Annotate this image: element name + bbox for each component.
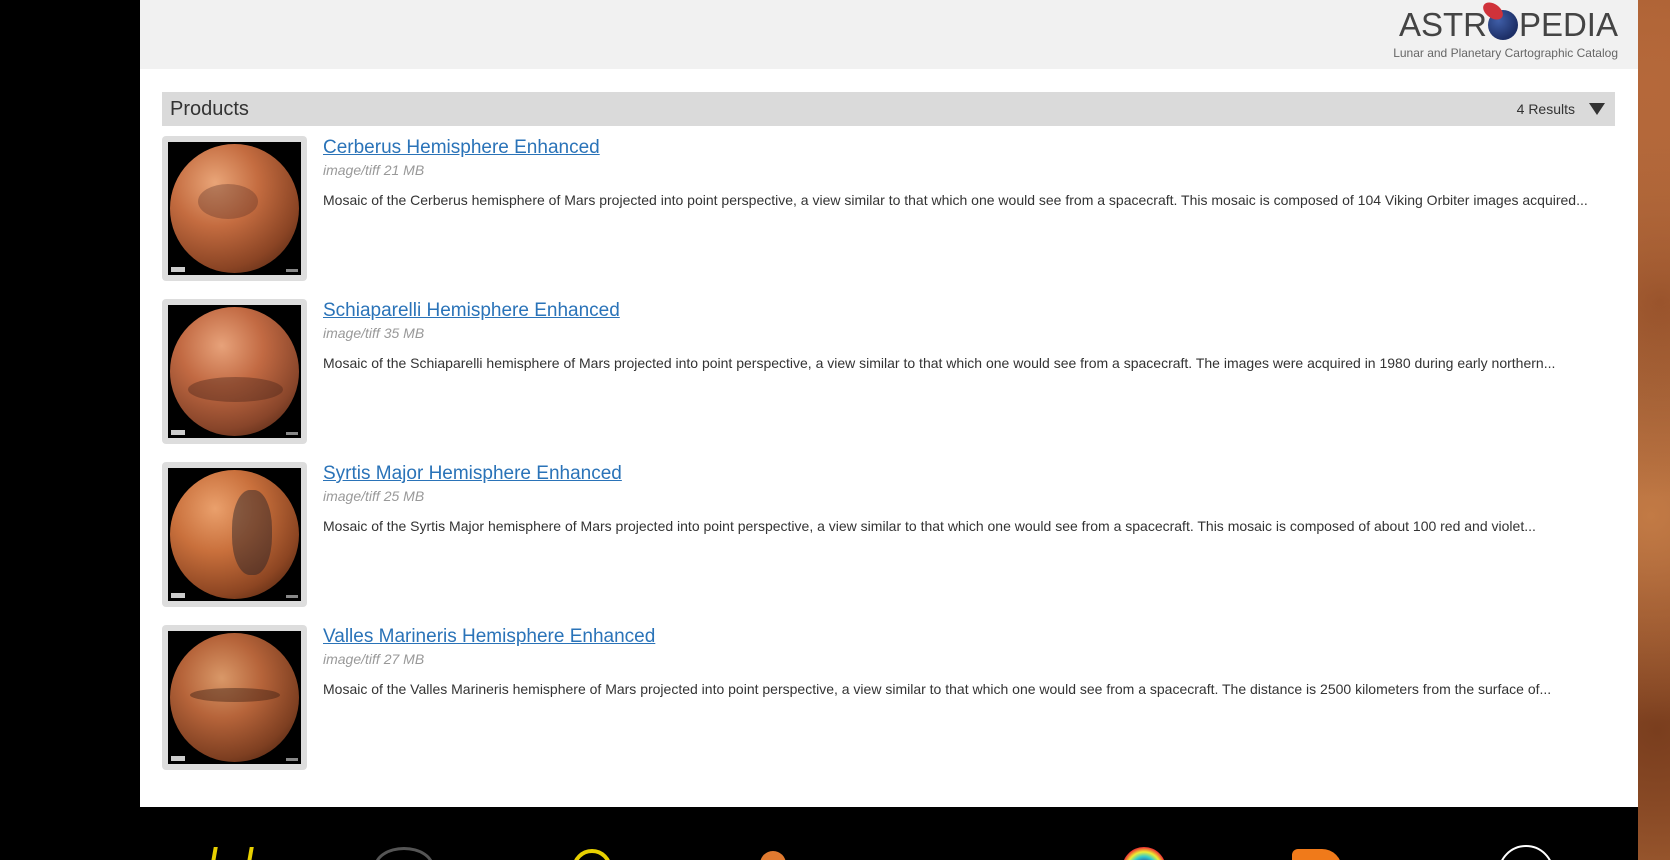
logo-text-right: PEDIA [1518,6,1618,43]
results-count: 4 Results [1516,101,1575,117]
thumbnail-credit [286,432,298,435]
thumbnail-badge [171,593,185,598]
astropedia-logo[interactable]: ASTR PEDIA Lunar and Planetary Cartograp… [1393,6,1618,60]
product-description: Mosaic of the Schiaparelli hemisphere of… [323,355,1556,371]
products-title: Products [170,97,249,120]
product-body: Schiaparelli Hemisphere Enhanced image/t… [323,299,1615,462]
collapse-arrow-icon[interactable] [1589,103,1605,115]
product-item: Valles Marineris Hemisphere Enhanced ima… [162,625,1615,788]
partner-logo-1[interactable] [210,847,254,860]
thumbnail-frame [168,468,301,601]
thumbnail-frame [168,142,301,275]
product-title-link[interactable]: Schiaparelli Hemisphere Enhanced [323,299,620,323]
product-description: Mosaic of the Syrtis Major hemisphere of… [323,518,1536,534]
page-container: ASTR PEDIA Lunar and Planetary Cartograp… [140,0,1638,860]
product-meta: image/tiff 35 MB [323,325,425,341]
product-meta: image/tiff 21 MB [323,162,425,178]
planet-icon [1487,10,1518,40]
footer-partner-logos [140,807,1638,860]
site-header: ASTR PEDIA Lunar and Planetary Cartograp… [140,0,1638,69]
product-item: Schiaparelli Hemisphere Enhanced image/t… [162,299,1615,462]
product-thumbnail[interactable] [162,136,307,281]
thumbnail-badge [171,267,185,272]
product-thumbnail[interactable] [162,625,307,770]
product-meta: image/tiff 25 MB [323,488,425,504]
products-bar: Products 4 Results [162,92,1615,126]
mars-valles-marineris-image [170,633,299,762]
thumbnail-credit [286,269,298,272]
product-title-link[interactable]: Syrtis Major Hemisphere Enhanced [323,462,622,486]
thumbnail-badge [171,756,185,761]
product-thumbnail[interactable] [162,462,307,607]
mars-syrtis-major-image [170,470,299,599]
thumbnail-badge [171,430,185,435]
usgs-seal-logo[interactable] [1498,845,1554,860]
product-item: Syrtis Major Hemisphere Enhanced image/t… [162,462,1615,625]
mars-schiaparelli-image [170,307,299,436]
product-title-link[interactable]: Valles Marineris Hemisphere Enhanced [323,625,655,649]
thumbnail-frame [168,305,301,438]
product-description: Mosaic of the Valles Marineris hemispher… [323,681,1552,697]
thumbnail-credit [286,595,298,598]
partner-logo-6[interactable] [1292,849,1342,860]
product-list: Cerberus Hemisphere Enhanced image/tiff … [162,136,1615,788]
product-body: Valles Marineris Hemisphere Enhanced ima… [323,625,1615,788]
product-description: Mosaic of the Cerberus hemisphere of Mar… [323,192,1588,208]
partner-logo-4[interactable] [760,851,786,860]
product-body: Syrtis Major Hemisphere Enhanced image/t… [323,462,1615,625]
logo-text-left: ASTR [1398,6,1487,43]
product-body: Cerberus Hemisphere Enhanced image/tiff … [323,136,1615,299]
logo-wordmark: ASTR PEDIA [1393,6,1618,44]
partner-logo-5[interactable] [1122,847,1166,860]
thumbnail-credit [286,758,298,761]
mars-background [1638,0,1670,860]
product-item: Cerberus Hemisphere Enhanced image/tiff … [162,136,1615,299]
partner-logo-3[interactable] [572,849,612,860]
partner-logo-2[interactable] [374,847,434,860]
product-thumbnail[interactable] [162,299,307,444]
product-meta: image/tiff 27 MB [323,651,425,667]
thumbnail-frame [168,631,301,764]
mars-cerberus-image [170,144,299,273]
logo-subtitle: Lunar and Planetary Cartographic Catalog [1393,46,1618,60]
product-title-link[interactable]: Cerberus Hemisphere Enhanced [323,136,600,160]
